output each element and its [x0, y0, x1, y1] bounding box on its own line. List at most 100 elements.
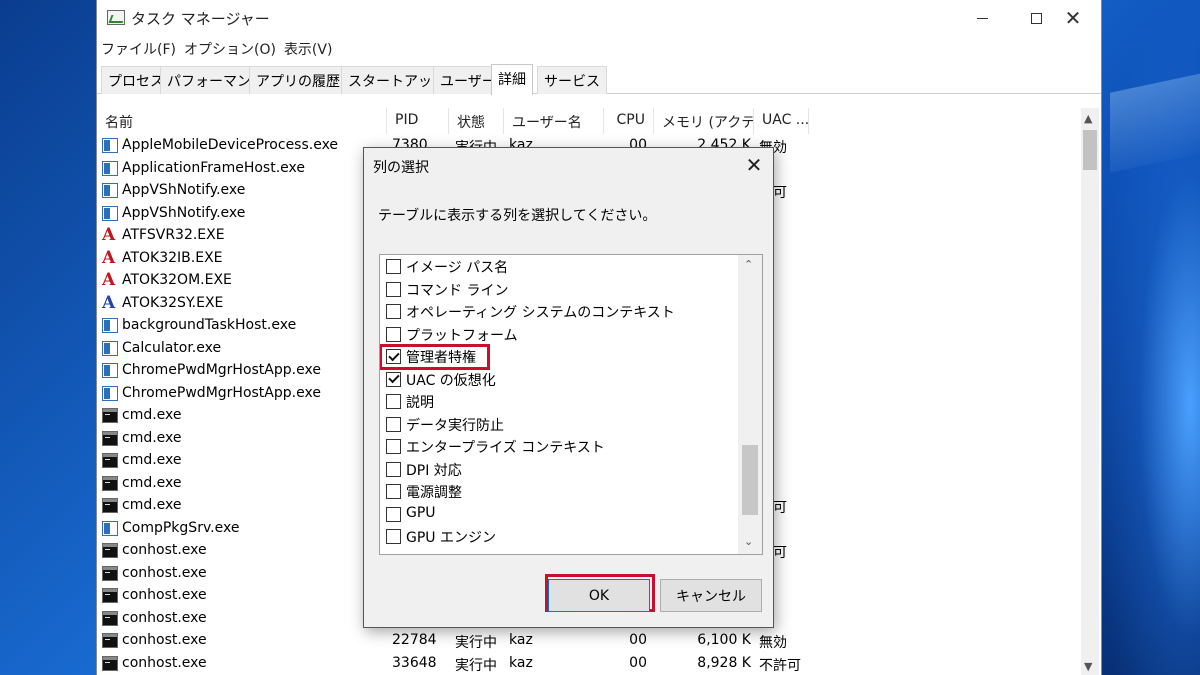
checkbox[interactable] — [386, 484, 401, 499]
console-icon — [102, 475, 118, 491]
tab-services[interactable]: サービス — [537, 66, 607, 94]
checkbox[interactable] — [386, 416, 401, 432]
menu-file[interactable]: ファイル(F) — [97, 38, 180, 60]
cell-name: ApplicationFrameHost.exe — [122, 159, 306, 176]
column-header-memory[interactable]: メモリ (アクテ... — [654, 108, 754, 134]
checkbox[interactable] — [386, 461, 401, 477]
column-option[interactable]: データ実行防止 — [384, 414, 734, 437]
column-option[interactable]: エンタープライズ コンテキスト — [384, 436, 734, 459]
cell-name: AppleMobileDeviceProcess.exe — [122, 137, 339, 153]
checkbox[interactable] — [386, 394, 401, 409]
column-option-label: プラットフォーム — [406, 327, 518, 344]
column-option-label: イメージ パス名 — [406, 260, 509, 276]
dialog-prompt: テーブルに表示する列を選択してください。 — [378, 208, 657, 224]
column-option[interactable]: イメージ パス名 — [384, 256, 734, 279]
cell-cpu: 00 — [629, 654, 647, 671]
column-list-scrollbar[interactable]: ⌃ ⌄ — [738, 255, 762, 554]
cell-name: backgroundTaskHost.exe — [122, 317, 297, 333]
cell-name: cmd.exe — [122, 474, 182, 491]
cell-name: ChromePwdMgrHostApp.exe — [122, 362, 321, 378]
column-option-label: オペレーティング システムのコンテキスト — [406, 305, 675, 321]
cell-name: ChromePwdMgrHostApp.exe — [122, 384, 321, 401]
application-icon — [102, 520, 118, 536]
chevron-down-icon[interactable]: ⌄ — [744, 535, 753, 548]
cell-name: ATOK32SY.EXE — [122, 294, 224, 311]
atok-icon: A — [102, 225, 116, 245]
dialog-close-button[interactable]: ✕ — [736, 148, 772, 182]
column-option[interactable]: GPU エンジン — [384, 526, 734, 549]
cell-user: kaz — [509, 654, 533, 671]
table-scrollbar[interactable]: ▲ ▼ — [1081, 108, 1099, 675]
title-bar: タスク マネージャー ✕ — [97, 0, 1101, 36]
console-icon — [102, 453, 118, 468]
column-header-pid[interactable]: PID — [387, 108, 449, 134]
scroll-thumb[interactable] — [1083, 130, 1097, 170]
cell-uac: 不許可 — [759, 657, 801, 674]
column-option[interactable]: コマンド ライン — [384, 279, 734, 302]
column-option[interactable]: 説明 — [384, 391, 734, 414]
column-list-scroll-thumb[interactable] — [742, 445, 758, 515]
cell-name: conhost.exe — [122, 564, 207, 581]
checkbox[interactable] — [386, 439, 401, 454]
scroll-up-icon[interactable]: ▲ — [1084, 112, 1092, 125]
column-option[interactable]: 電源調整 — [384, 481, 734, 504]
tab-details[interactable]: 詳細 — [491, 64, 533, 95]
checkbox[interactable] — [386, 304, 401, 319]
console-icon — [102, 588, 118, 603]
column-option[interactable]: UAC の仮想化 — [384, 369, 734, 392]
menu-options[interactable]: オプション(O) — [180, 38, 280, 60]
sort-up-icon: ⌃ — [237, 108, 245, 113]
chevron-up-icon[interactable]: ⌃ — [744, 258, 753, 271]
column-option[interactable]: オペレーティング システムのコンテキスト — [384, 301, 734, 324]
console-icon — [102, 633, 118, 648]
checkbox[interactable] — [386, 326, 401, 342]
column-header-name[interactable]: 名前 ⌃ — [97, 108, 387, 134]
cell-name: Calculator.exe — [122, 339, 222, 356]
checkbox[interactable] — [386, 349, 401, 364]
column-option[interactable]: GPU — [384, 504, 734, 527]
desktop-background — [1100, 0, 1200, 675]
column-option[interactable]: プラットフォーム — [384, 324, 734, 347]
cell-user: kaz — [509, 632, 533, 648]
close-button[interactable]: ✕ — [1050, 0, 1096, 36]
cell-name: conhost.exe — [122, 632, 207, 648]
cell-name: ATOK32IB.EXE — [122, 249, 223, 266]
checkbox[interactable] — [386, 371, 401, 387]
dialog-title: 列の選択 — [373, 160, 429, 176]
atok-icon: A — [102, 270, 116, 290]
checkbox[interactable] — [386, 281, 401, 297]
close-icon: ✕ — [745, 153, 763, 177]
scroll-down-icon[interactable]: ▼ — [1084, 660, 1092, 673]
column-header-user[interactable]: ユーザー名 — [504, 108, 604, 134]
menu-view[interactable]: 表示(V) — [280, 38, 337, 60]
checkbox[interactable] — [386, 259, 401, 274]
cell-status: 実行中 — [455, 657, 497, 674]
cancel-button[interactable]: キャンセル — [660, 579, 762, 612]
column-option-label: 説明 — [406, 395, 434, 411]
cell-name: conhost.exe — [122, 609, 207, 626]
cell-name: AppVShNotify.exe — [122, 182, 246, 198]
cell-name: conhost.exe — [122, 654, 207, 671]
cell-name: cmd.exe — [122, 497, 182, 513]
cell-name: ATOK32OM.EXE — [122, 272, 232, 288]
cell-pid: 33648 — [392, 654, 437, 671]
checkbox[interactable] — [386, 529, 401, 544]
column-option[interactable]: DPI 対応 — [384, 459, 734, 482]
cell-name: AppVShNotify.exe — [122, 204, 246, 221]
column-option[interactable]: 管理者特権 — [380, 344, 734, 370]
application-icon — [102, 340, 118, 356]
console-icon — [102, 498, 118, 513]
table-row[interactable]: conhost.exe 22784 実行中 kaz 00 6,100 K 無効 — [97, 630, 809, 653]
dialog-body: テーブルに表示する列を選択してください。 イメージ パス名コマンド ラインオペレ… — [365, 182, 772, 574]
ok-button[interactable]: OK — [548, 579, 650, 612]
tab-app-history[interactable]: アプリの履歴 — [249, 66, 347, 94]
cell-pid: 22784 — [392, 632, 437, 648]
column-option-label: GPU エンジン — [406, 530, 496, 546]
checkbox[interactable] — [386, 506, 401, 522]
column-header-uac[interactable]: UAC ... — [754, 108, 809, 134]
table-row[interactable]: conhost.exe 33648 実行中 kaz 00 8,928 K 不許可 — [97, 653, 809, 675]
tab-bar: プロセス パフォーマンス アプリの履歴 スタートアップ ユーザー 詳細 サービス — [97, 64, 1101, 95]
minimize-button[interactable] — [959, 0, 1005, 36]
column-header-status[interactable]: 状態 — [449, 108, 504, 134]
column-header-cpu[interactable]: CPU — [604, 108, 654, 134]
